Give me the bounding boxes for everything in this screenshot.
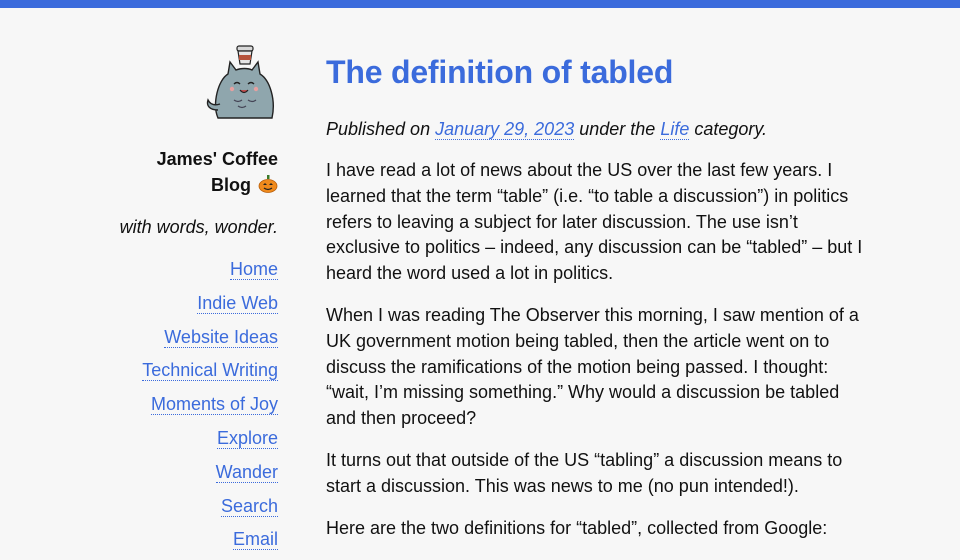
post-paragraph-4: Here are the two definitions for “tabled… (326, 517, 828, 538)
post-meta: Published on January 29, 2023 under the … (326, 116, 866, 142)
post-paragraph-1: I have read a lot of news about the US o… (326, 160, 863, 284)
top-accent-bar (0, 0, 960, 8)
sidebar: James' Coffee Blog with words, wonder. H… (100, 44, 278, 560)
site-title-line1: James' Coffee (156, 149, 278, 169)
nav-link-indie-web[interactable]: Indie Web (100, 290, 278, 316)
post-paragraph-3: It turns out that outside of the US “tab… (326, 449, 843, 496)
nav-link-technical-writing[interactable]: Technical Writing (100, 357, 278, 383)
meta-prefix: Published on (326, 119, 431, 139)
post-date-link[interactable]: January 29, 2023 (435, 119, 575, 140)
pumpkin-icon (258, 175, 278, 193)
post-title: The definition of tabled (326, 54, 674, 90)
meta-middle: under the (579, 119, 656, 139)
nav-link-moments-of-joy[interactable]: Moments of Joy (100, 391, 278, 417)
cat-with-coffee-cup-icon (206, 45, 274, 119)
site-title[interactable]: James' Coffee Blog (100, 146, 278, 198)
post-category-link[interactable]: Life (660, 119, 690, 140)
nav-link-wander[interactable]: Wander (100, 459, 278, 485)
site-tagline: with words, wonder. (119, 217, 278, 237)
main-navigation: Home Indie Web Website Ideas Technical W… (100, 256, 278, 552)
nav-link-email[interactable]: Email (100, 526, 278, 552)
post-paragraph-2: When I was reading The Observer this mor… (326, 304, 859, 429)
nav-link-explore[interactable]: Explore (100, 425, 278, 451)
nav-link-home[interactable]: Home (100, 256, 278, 282)
meta-suffix: category. (694, 119, 768, 139)
post-content: The definition of tabled Published on Ja… (326, 50, 866, 541)
nav-link-website-ideas[interactable]: Website Ideas (100, 324, 278, 350)
nav-link-search[interactable]: Search (100, 493, 278, 519)
site-title-line2: Blog (210, 175, 251, 195)
